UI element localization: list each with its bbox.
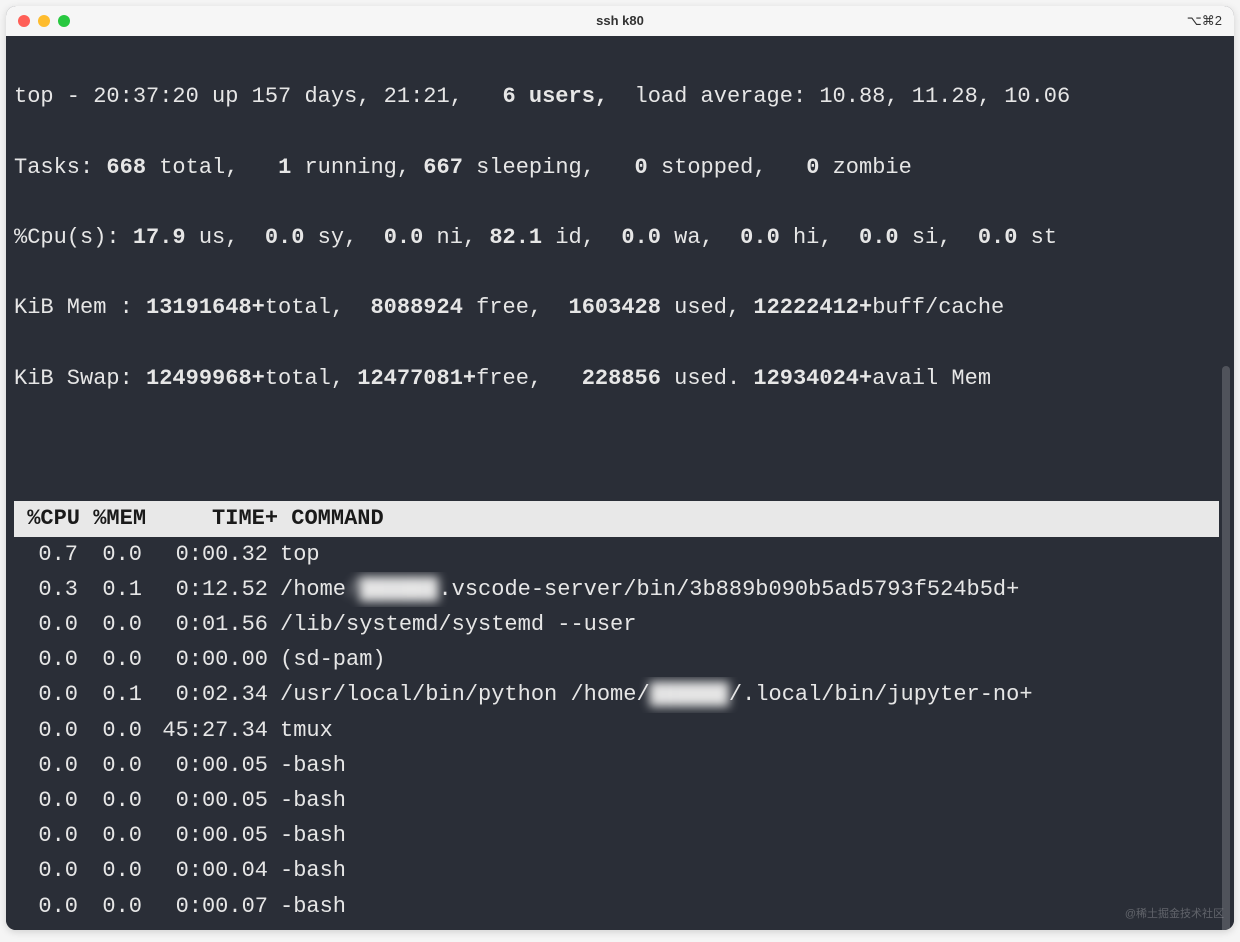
command-value: /lib/systemd/systemd --user (268, 607, 1232, 642)
time-value: 0:00.04 (142, 853, 268, 888)
time-value: 0:00.32 (142, 537, 268, 572)
process-row: 0.30.10:12.52/home/██████.vscode-server/… (14, 572, 1232, 607)
time-value: 0:12.52 (142, 572, 268, 607)
command-value: /usr/local/bin/python /home/██████/.loca… (268, 677, 1232, 712)
time-value: 0:02.34 (142, 677, 268, 712)
mem-value: 0.1 (78, 677, 142, 712)
process-list: 0.70.00:00.32top0.30.10:12.52/home/█████… (14, 537, 1232, 930)
time-value: 0:01.56 (142, 607, 268, 642)
mem-value: 0.0 (78, 713, 142, 748)
time-value: 0:00.00 (142, 642, 268, 677)
time-value: 0:00.05 (142, 818, 268, 853)
time-value: 0:00.05 (142, 783, 268, 818)
cpu-value: 0.0 (14, 924, 78, 930)
cpu-value: 0.0 (14, 818, 78, 853)
cpu-value: 0.7 (14, 537, 78, 572)
command-value: tmux (268, 713, 1232, 748)
redacted-text: ██████ (650, 677, 729, 712)
cpu-value: 0.0 (14, 677, 78, 712)
mem-value: 0.0 (78, 889, 142, 924)
top-summary-line1: top - 20:37:20 up 157 days, 21:21, 6 use… (14, 79, 1232, 114)
process-row: 0.70.00:00.32top (14, 537, 1232, 572)
process-row: 0.00.00:00.04-bash (14, 853, 1232, 888)
command-value: -bash (268, 853, 1232, 888)
window-title: ssh k80 (6, 11, 1234, 32)
time-value: 0:00.07 (142, 889, 268, 924)
command-value: -bash (268, 889, 1232, 924)
cpu-value: 0.0 (14, 853, 78, 888)
top-summary-mem: KiB Mem : 13191648+total, 8088924 free, … (14, 290, 1232, 325)
process-row: 0.00.00:00.05-bash (14, 818, 1232, 853)
terminal-window: ssh k80 ⌥⌘2 top - 20:37:20 up 157 days, … (6, 6, 1234, 930)
process-row: 0.00.00:01.56/lib/systemd/systemd --user (14, 607, 1232, 642)
cpu-value: 0.0 (14, 889, 78, 924)
process-header-row: %CPU %MEM TIME+ COMMAND (14, 501, 1219, 536)
mem-value: 0.0 (78, 642, 142, 677)
cpu-value: 0.3 (14, 572, 78, 607)
command-value: -bash (268, 924, 1232, 930)
cpu-value: 0.0 (14, 713, 78, 748)
cpu-value: 0.0 (14, 783, 78, 818)
mem-value: 0.1 (78, 572, 142, 607)
redacted-text: /██████ (346, 572, 438, 607)
time-value: 45:27.34 (142, 713, 268, 748)
mem-value: 0.0 (78, 537, 142, 572)
titlebar: ssh k80 ⌥⌘2 (6, 6, 1234, 36)
blank-line (14, 431, 1232, 466)
command-value: /home/██████.vscode-server/bin/3b889b090… (268, 572, 1232, 607)
process-row: 0.00.00:00.07-bash (14, 889, 1232, 924)
scrollbar[interactable] (1222, 296, 1230, 930)
command-value: -bash (268, 783, 1232, 818)
terminal-output[interactable]: top - 20:37:20 up 157 days, 21:21, 6 use… (6, 36, 1234, 930)
process-row: 0.00.045:27.34tmux (14, 713, 1232, 748)
mem-value: 0.0 (78, 853, 142, 888)
cpu-value: 0.0 (14, 607, 78, 642)
process-row: 0.00.00:00.06-bash (14, 924, 1232, 930)
process-row: 0.00.00:00.05-bash (14, 748, 1232, 783)
top-summary-swap: KiB Swap: 12499968+total, 12477081+free,… (14, 361, 1232, 396)
watermark: @稀土掘金技术社区 (1125, 906, 1224, 924)
cpu-value: 0.0 (14, 642, 78, 677)
command-value: -bash (268, 818, 1232, 853)
mem-value: 0.0 (78, 818, 142, 853)
mem-value: 0.0 (78, 748, 142, 783)
top-summary-tasks: Tasks: 668 total, 1 running, 667 sleepin… (14, 150, 1232, 185)
process-row: 0.00.00:00.00(sd-pam) (14, 642, 1232, 677)
process-row: 0.00.00:00.05-bash (14, 783, 1232, 818)
mem-value: 0.0 (78, 924, 142, 930)
process-row: 0.00.10:02.34/usr/local/bin/python /home… (14, 677, 1232, 712)
command-value: -bash (268, 748, 1232, 783)
time-value: 0:00.05 (142, 748, 268, 783)
scrollbar-thumb[interactable] (1222, 366, 1230, 930)
cpu-value: 0.0 (14, 748, 78, 783)
time-value: 0:00.06 (142, 924, 268, 930)
command-value: (sd-pam) (268, 642, 1232, 677)
top-summary-cpu: %Cpu(s): 17.9 us, 0.0 sy, 0.0 ni, 82.1 i… (14, 220, 1232, 255)
command-value: top (268, 537, 1232, 572)
mem-value: 0.0 (78, 783, 142, 818)
mem-value: 0.0 (78, 607, 142, 642)
